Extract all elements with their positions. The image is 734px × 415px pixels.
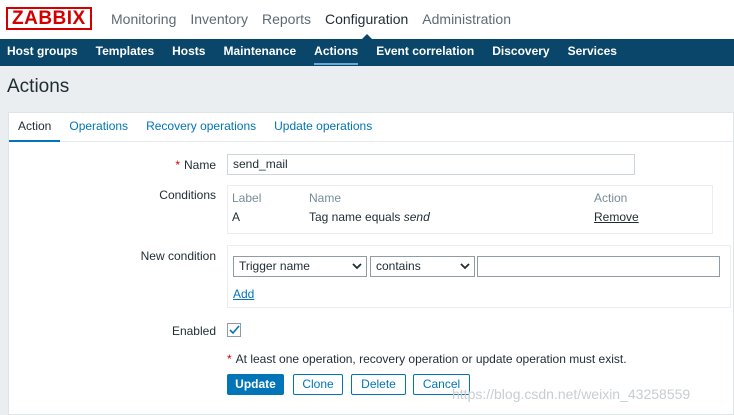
main-nav: Monitoring Inventory Reports Configurati… (104, 0, 518, 40)
tab-action[interactable]: Action (9, 113, 61, 142)
condition-operator-select-value: contains (376, 259, 421, 273)
action-form-panel: Action Operations Recovery operations Up… (8, 112, 734, 415)
conditions-header-label: Label (232, 191, 262, 205)
chevron-down-icon (460, 263, 470, 270)
main-nav-monitoring[interactable]: Monitoring (104, 0, 183, 39)
sub-nav-services[interactable]: Services (559, 39, 626, 66)
new-condition-box: Trigger name contains Add (227, 245, 731, 308)
main-nav-inventory[interactable]: Inventory (183, 0, 255, 39)
condition-type-select-value: Trigger name (239, 259, 310, 273)
enabled-label: Enabled (171, 324, 216, 338)
add-condition-link[interactable]: Add (233, 287, 254, 301)
name-label-text: Name (183, 158, 216, 172)
conditions-label: Conditions (159, 188, 216, 202)
sub-nav-hosts[interactable]: Hosts (163, 39, 214, 66)
new-condition-label: New condition (140, 249, 216, 263)
conditions-header-action: Action (594, 191, 628, 205)
page-title: Actions (7, 76, 70, 97)
tab-recovery-operations[interactable]: Recovery operations (137, 113, 265, 141)
conditions-header-name: Name (309, 191, 342, 205)
clone-button[interactable]: Clone (293, 374, 343, 395)
condition-row-name-prefix: Tag name equals (309, 210, 404, 224)
main-nav-configuration[interactable]: Configuration (318, 0, 415, 40)
form-tabs: Action Operations Recovery operations Up… (9, 113, 734, 142)
warning-text: At least one operation, recovery operati… (235, 352, 627, 366)
tab-operations[interactable]: Operations (60, 113, 137, 141)
condition-operator-select[interactable]: contains (370, 256, 475, 277)
zabbix-logo[interactable]: ZABBIX (6, 7, 92, 30)
top-bar: ZABBIX Monitoring Inventory Reports Conf… (0, 0, 734, 40)
condition-value-input[interactable] (477, 256, 720, 277)
condition-remove-link[interactable]: Remove (594, 210, 639, 224)
enabled-checkbox[interactable] (227, 323, 241, 337)
tab-update-operations[interactable]: Update operations (265, 113, 381, 141)
sub-nav-maintenance[interactable]: Maintenance (214, 39, 305, 66)
condition-row-label: A (232, 210, 241, 224)
watermark: https://blog.csdn.net/weixin_43258559 (452, 386, 691, 402)
sub-nav-host-groups[interactable]: Host groups (0, 39, 87, 66)
sub-nav-event-correlation[interactable]: Event correlation (367, 39, 483, 66)
update-button[interactable]: Update (227, 374, 284, 395)
sub-nav-discovery[interactable]: Discovery (483, 39, 558, 66)
sub-nav-templates[interactable]: Templates (87, 39, 163, 66)
sub-nav: Host groups Templates Hosts Maintenance … (0, 39, 734, 66)
name-label: * Name (175, 158, 216, 172)
sub-nav-actions[interactable]: Actions (305, 39, 367, 66)
condition-row-name-value: send (403, 210, 430, 224)
delete-button[interactable]: Delete (351, 374, 406, 395)
condition-row-name: Tag name equals send (309, 210, 430, 224)
name-input[interactable]: send_mail (227, 154, 635, 175)
warning-mark: * (227, 352, 232, 366)
operations-warning: * At least one operation, recovery operat… (227, 352, 627, 366)
main-nav-administration[interactable]: Administration (415, 0, 518, 39)
chevron-down-icon (352, 263, 362, 270)
conditions-table: Label Name Action A Tag name equals send… (227, 185, 713, 234)
checkmark-icon (229, 325, 240, 335)
condition-type-select[interactable]: Trigger name (233, 256, 367, 277)
required-mark: * (175, 158, 180, 172)
main-nav-reports[interactable]: Reports (255, 0, 318, 39)
